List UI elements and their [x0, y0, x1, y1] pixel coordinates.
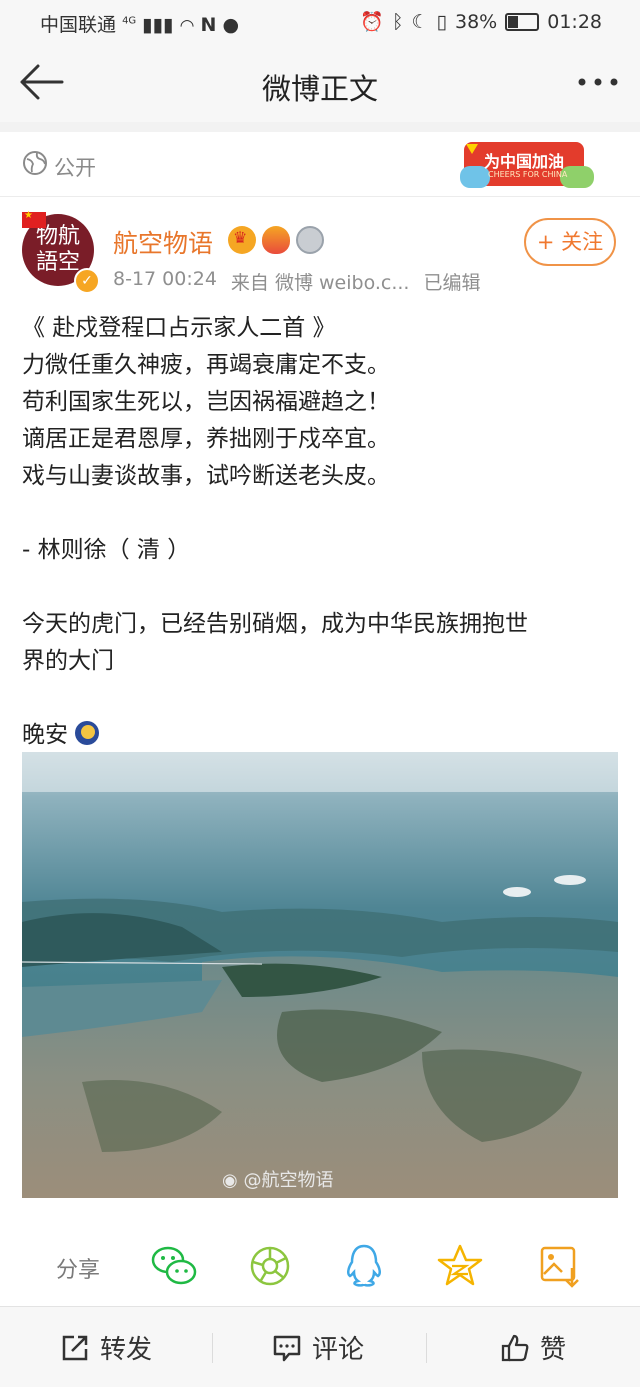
section-divider — [0, 122, 640, 132]
qzone-share-button[interactable] — [436, 1242, 484, 1290]
edited-label[interactable]: 已编辑 — [423, 268, 480, 295]
signal-icon: ▮▮▮ — [142, 14, 174, 36]
post-line: 《 赴戍登程口占示家人二首 》 — [22, 315, 336, 341]
promo-subtitle: CHEERS FOR CHINA — [488, 170, 568, 179]
save-image-button[interactable] — [536, 1242, 584, 1290]
post-line: 力微任重久神疲，再竭衰庸定不支。 — [22, 352, 390, 378]
verified-badge-icon: ✓ — [74, 268, 100, 294]
visibility-row: 公开 为中国加油 CHEERS FOR CHINA — [0, 132, 640, 197]
balloon-badge-icon[interactable] — [262, 226, 290, 254]
more-dots-icon — [578, 78, 618, 86]
more-button[interactable] — [576, 64, 620, 100]
post-line: 界的大门 — [22, 648, 114, 674]
status-bar: 中国联通 4G ▮▮▮ ◠ N ● ⏰ ᛒ ☾ ▯ 38% 01:28 — [0, 0, 640, 44]
goodnight-text: 晚安 — [22, 722, 68, 748]
post-photo[interactable] — [22, 752, 618, 1198]
qq-icon — [347, 1244, 381, 1287]
post-line: 今天的虎门，已经告别硝烟，成为中华民族拥抱世 — [22, 611, 528, 637]
author-badges: ♛ — [228, 226, 324, 254]
comment-label: 评论 — [312, 1335, 365, 1365]
share-row: 分享 — [0, 1232, 640, 1302]
comment-icon — [273, 1335, 301, 1361]
medal-badge-icon[interactable] — [296, 226, 324, 254]
network-type: 4G — [122, 15, 137, 27]
repost-button[interactable]: 转发 — [60, 1329, 152, 1366]
post-line: - 林则徐（ 清 ） — [22, 537, 191, 563]
share-label: 分享 — [56, 1258, 101, 1283]
follow-button[interactable]: + 关注 — [524, 218, 616, 266]
repost-label: 转发 — [100, 1335, 153, 1365]
watermark-text: @航空物语 — [243, 1170, 334, 1191]
cheer-china-badge[interactable]: 为中国加油 CHEERS FOR CHINA — [460, 136, 596, 192]
aerial-city-photo — [22, 752, 618, 1198]
like-button[interactable]: 赞 — [500, 1329, 566, 1366]
moments-icon — [250, 1246, 290, 1286]
bottom-action-bar: 转发 评论 赞 — [0, 1306, 640, 1387]
thumbs-up-icon — [501, 1334, 529, 1361]
author-name[interactable]: 航空物语 — [113, 224, 213, 260]
post-line: 谪居正是君恩厚，养拙刚于戍卒宜。 — [22, 426, 390, 452]
save-image-icon — [540, 1246, 579, 1288]
photo-watermark: ◉ @航空物语 — [222, 1166, 333, 1192]
repost-icon — [62, 1335, 88, 1360]
carrier-text: 中国联通 4G ▮▮▮ ◠ N ● — [40, 10, 239, 37]
like-label: 赞 — [540, 1335, 567, 1365]
battery-percent: 38% — [455, 10, 498, 33]
post-date: 8-17 00:24 — [113, 268, 217, 290]
visibility-label: 公开 — [54, 156, 96, 180]
qzone-icon — [437, 1244, 483, 1286]
battery-icon — [505, 12, 540, 31]
post-meta: 8-17 00:24 来自 微博 weibo.c... 已编辑 — [113, 268, 480, 295]
weibo-logo-icon: ◉ — [222, 1170, 238, 1191]
comment-button[interactable]: 评论 — [272, 1329, 364, 1366]
post-line-goodnight: 晚安 — [22, 717, 622, 754]
status-right: ⏰ ᛒ ☾ ▯ 38% 01:28 — [360, 10, 602, 34]
carrier-name: 中国联通 — [40, 14, 117, 36]
post-source[interactable]: 来自 微博 weibo.c... — [231, 268, 410, 295]
post-line: 戏与山妻谈故事，试吟断送老头皮。 — [22, 463, 390, 489]
bluetooth-icon: ᛒ — [392, 10, 404, 33]
post-line: 苟利国家生死以，岂因祸福避趋之！ — [22, 389, 390, 415]
divider — [212, 1333, 213, 1363]
wechat-share-button[interactable] — [150, 1242, 198, 1290]
qq-share-button[interactable] — [340, 1242, 388, 1290]
moon-icon: ☾ — [411, 10, 429, 33]
wechat-icon — [151, 1246, 197, 1285]
wechat-notification-icon: ● — [222, 14, 240, 36]
china-flag-icon: ★ — [22, 210, 46, 228]
crown-badge-icon[interactable]: ♛ — [228, 226, 256, 254]
page-title: 微博正文 — [261, 72, 378, 106]
promo-title: 为中国加油 — [484, 152, 565, 171]
divider — [426, 1333, 427, 1363]
moon-emoji-icon — [75, 721, 100, 745]
globe-icon — [23, 151, 47, 175]
post-body: 《 赴戍登程口占示家人二首 》 力微任重久神疲，再竭衰庸定不支。 苟利国家生死以… — [22, 310, 622, 754]
nfc-icon: N — [200, 14, 217, 36]
wifi-icon: ◠ — [179, 16, 195, 36]
moments-share-button[interactable] — [246, 1242, 294, 1290]
vibrate-icon: ▯ — [436, 10, 447, 33]
alarm-icon: ⏰ — [360, 11, 385, 33]
clock: 01:28 — [547, 10, 602, 33]
nav-header: 微博正文 — [0, 44, 640, 123]
